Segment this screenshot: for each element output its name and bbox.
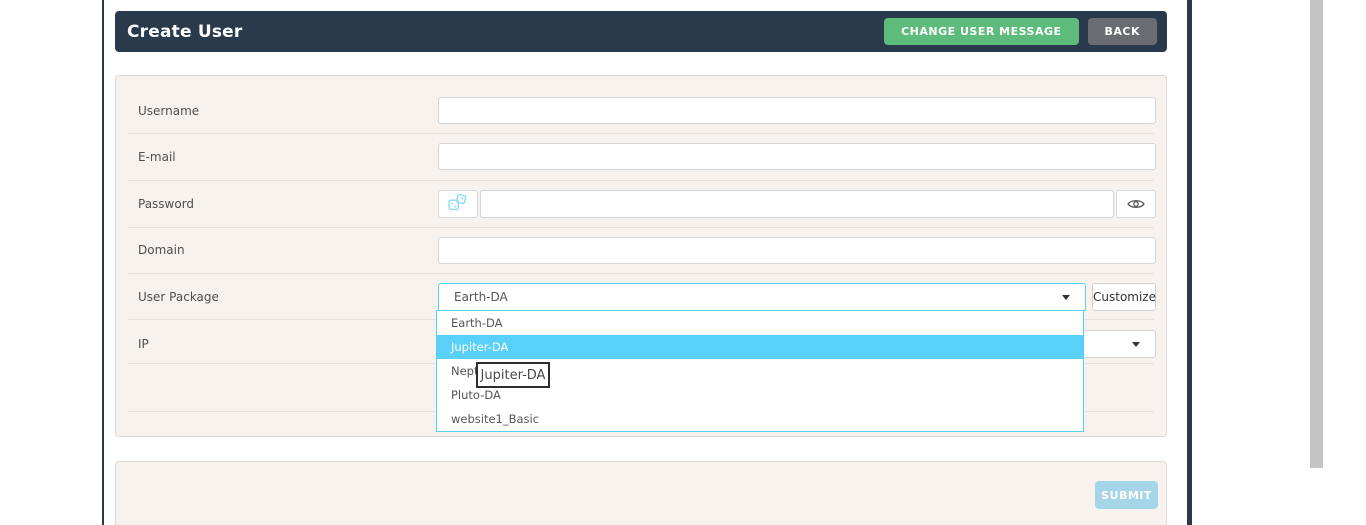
page-title: Create User: [127, 21, 243, 42]
reveal-password-button[interactable]: [1116, 190, 1156, 218]
eye-icon: [1127, 195, 1145, 214]
change-user-message-button[interactable]: CHANGE USER MESSAGE: [884, 18, 1079, 45]
row-divider: [128, 273, 1154, 274]
back-button[interactable]: BACK: [1087, 18, 1157, 45]
user-package-select[interactable]: Earth-DA: [438, 283, 1086, 311]
option-tooltip: Jupiter-DA: [476, 362, 550, 388]
chevron-down-icon: [1132, 341, 1140, 347]
submit-button[interactable]: SUBMIT: [1095, 481, 1158, 509]
password-input[interactable]: [480, 190, 1114, 218]
header-buttons: CHANGE USER MESSAGE BACK: [884, 18, 1167, 45]
right-page-border: [1187, 0, 1192, 525]
page: Create User CHANGE USER MESSAGE BACK Use…: [0, 0, 1366, 525]
row-divider: [128, 227, 1154, 228]
user-package-label: User Package: [138, 290, 219, 304]
domain-label: Domain: [138, 243, 185, 257]
email-input[interactable]: [438, 143, 1156, 170]
password-field-group: [438, 190, 1156, 218]
dropdown-option[interactable]: Earth-DA: [437, 311, 1083, 335]
form-footer: SUBMIT: [115, 461, 1167, 525]
tooltip-text: Jupiter-DA: [480, 367, 546, 383]
dice-icon: [448, 193, 468, 215]
username-input[interactable]: [438, 97, 1156, 124]
dropdown-option-highlighted[interactable]: Jupiter-DA: [437, 335, 1083, 359]
row-divider: [128, 133, 1154, 134]
domain-input[interactable]: [438, 237, 1156, 264]
ip-label: IP: [138, 337, 149, 351]
row-divider: [128, 180, 1154, 181]
page-header: Create User CHANGE USER MESSAGE BACK: [115, 11, 1167, 52]
email-label: E-mail: [138, 150, 176, 164]
password-label: Password: [138, 197, 195, 211]
user-package-selected-value: Earth-DA: [454, 290, 508, 304]
left-page-border: [102, 0, 104, 525]
chevron-down-icon: [1062, 294, 1070, 300]
generate-password-button[interactable]: [438, 190, 478, 218]
customize-button[interactable]: Customize: [1092, 283, 1156, 311]
username-label: Username: [138, 104, 200, 118]
scrollbar[interactable]: [1310, 0, 1323, 468]
dropdown-option[interactable]: website1_Basic: [437, 407, 1083, 431]
